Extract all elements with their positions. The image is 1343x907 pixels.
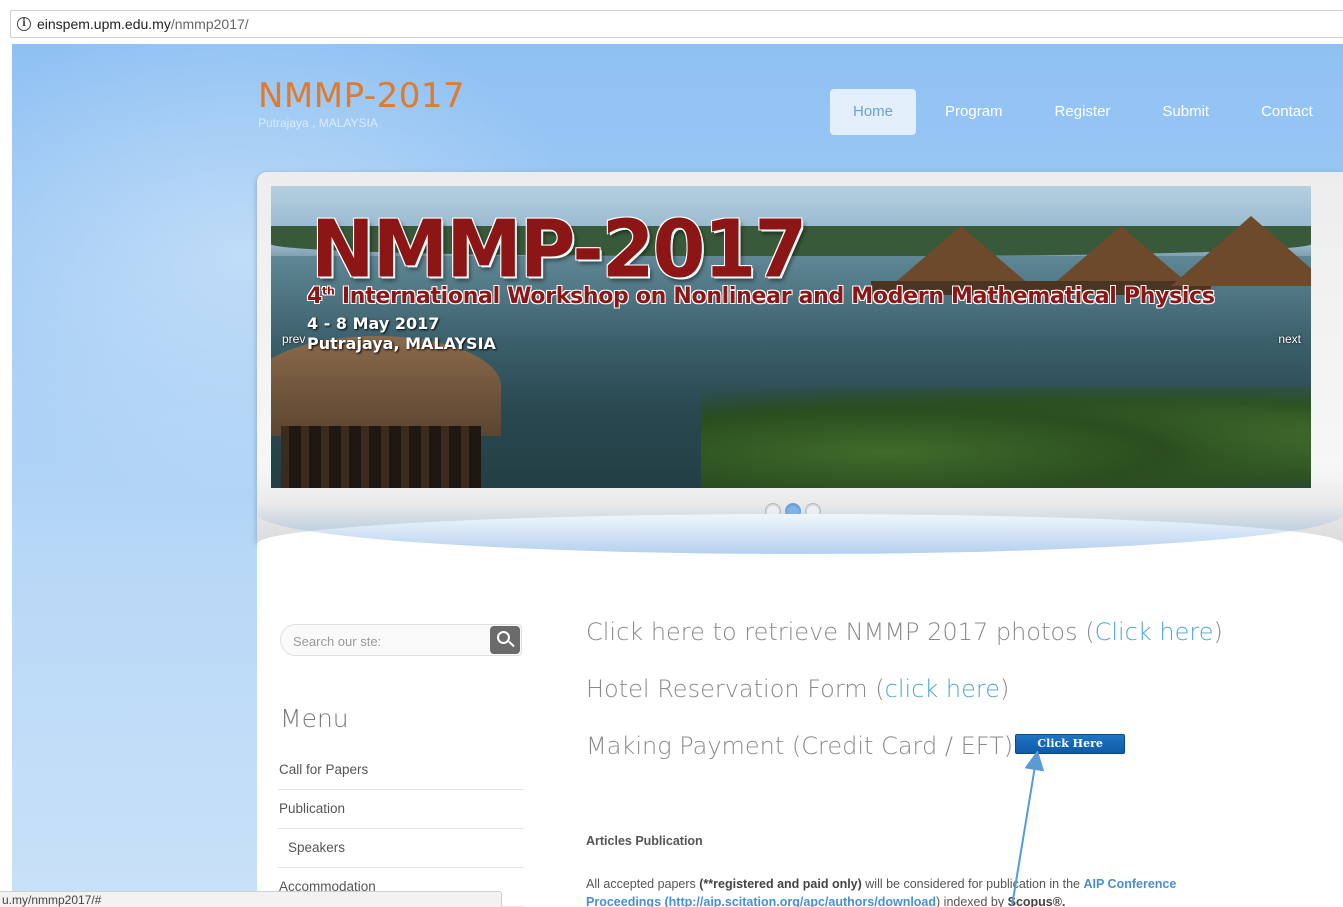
nav-register[interactable]: Register [1032,89,1134,135]
search-button[interactable] [490,626,520,654]
search-input[interactable] [293,631,483,651]
url-field[interactable]: i einspem.upm.edu.my/nmmp2017/ [10,10,1343,38]
main-nav: Home Program Register Submit Contact [830,89,1342,135]
status-bar: u.my/nmmp2017/# [0,891,502,907]
slider-prev-button[interactable]: prev [282,332,305,346]
nav-home[interactable]: Home [830,89,917,135]
payment-click-here-button[interactable]: Click Here [1015,734,1126,754]
site-title[interactable]: NMMP-2017 [258,76,465,116]
nav-submit[interactable]: Submit [1139,89,1232,135]
banner-title: NMMP-2017 [311,201,807,296]
menu-item-speakers[interactable]: Speakers [278,829,524,868]
nav-program[interactable]: Program [922,89,1026,135]
main-content: Click here to retrieve NMMP 2017 photos … [586,614,1326,785]
url-path: /nmmp2017/ [170,16,249,32]
hotel-line: Hotel Reservation Form (click here) [586,675,1010,703]
web-page: NMMP-2017 Putrajaya , MALAYSIA Home Prog… [12,44,1343,907]
articles-heading: Articles Publication [586,834,703,848]
nav-contact[interactable]: Contact [1238,89,1336,135]
photos-link[interactable]: Click here [1095,618,1214,646]
info-icon[interactable]: i [17,17,31,31]
search-box [280,624,522,656]
menu-heading: Menu [280,704,349,733]
banner-workshop: 4th International Workshop on Nonlinear … [307,284,1215,309]
slider-next-button[interactable]: next [1278,332,1301,346]
payment-line: Making Payment (Credit Card / EFT) Click … [586,728,1326,785]
url-host: einspem.upm.edu.my [37,16,171,32]
aip-link[interactable]: AIP Conference [1083,877,1176,891]
photos-line: Click here to retrieve NMMP 2017 photos … [586,618,1223,646]
hotel-link[interactable]: click here [885,675,1000,703]
menu-item-call-for-papers[interactable]: Call for Papers [278,751,524,790]
slide-image: NMMP-2017 4th International Workshop on … [271,186,1311,488]
image-slider: NMMP-2017 4th International Workshop on … [257,172,1343,542]
sidebar-menu: Call for Papers Publication Speakers Acc… [278,751,524,907]
site-subtitle: Putrajaya , MALAYSIA [258,116,378,130]
menu-item-publication[interactable]: Publication [278,790,524,829]
aip-proceedings-link[interactable]: Proceedings (http://aip.scitation.org/ap… [586,895,936,907]
articles-paragraph: All accepted papers (**registered and pa… [586,877,1177,907]
browser-address-bar: i einspem.upm.edu.my/nmmp2017/ [0,0,1343,44]
banner-date-location: 4 - 8 May 2017 Putrajaya, MALAYSIA [307,314,496,353]
